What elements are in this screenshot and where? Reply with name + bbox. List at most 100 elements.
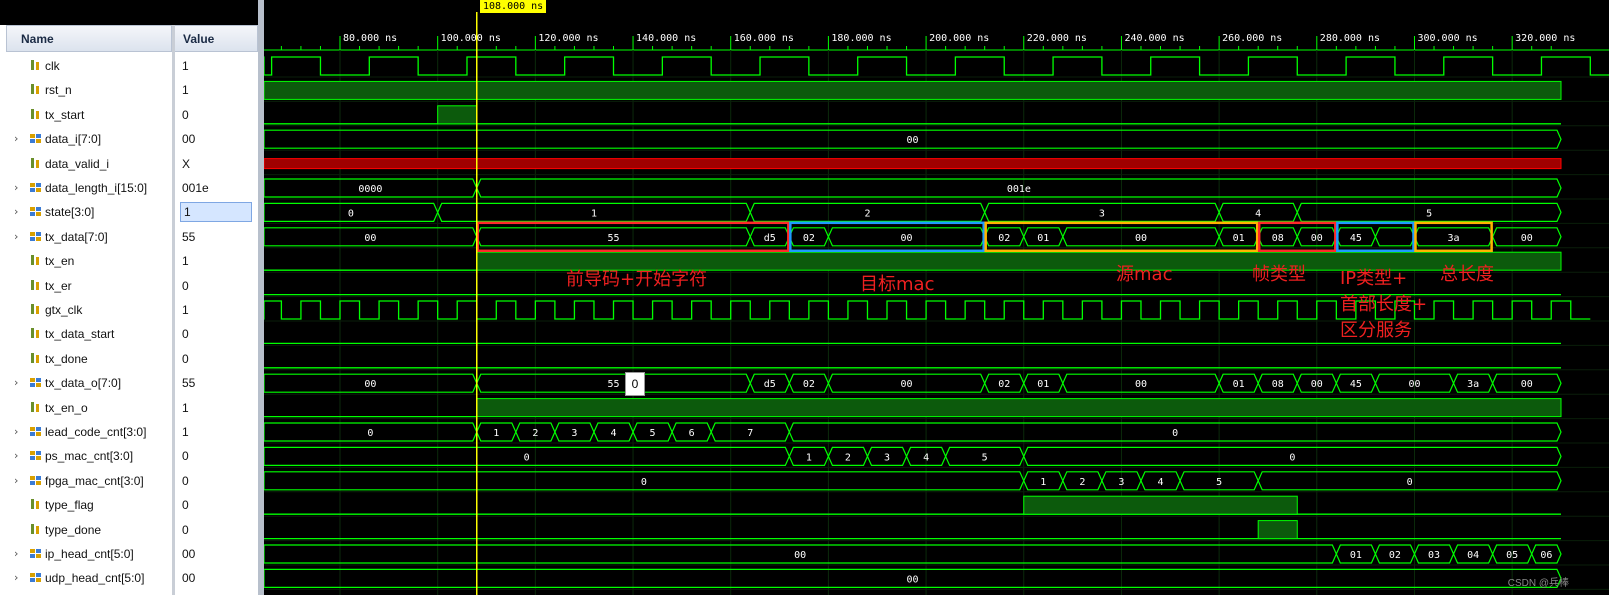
ruler-tick-label: 100.000 ns — [441, 33, 501, 44]
ruler-tick-label: 160.000 ns — [734, 33, 794, 44]
bus-value-label: 08 — [1272, 233, 1284, 244]
expand-chevron-icon[interactable]: › — [14, 547, 18, 560]
expand-chevron-icon[interactable]: › — [14, 474, 18, 487]
bus-value-label: 1 — [493, 428, 499, 439]
bus-value-label: 3 — [571, 428, 577, 439]
signal-value: 0 — [182, 498, 189, 513]
wire-signal-icon — [31, 255, 39, 266]
bus-value-label: 01 — [1037, 379, 1049, 390]
bus-value-label: 2 — [1079, 477, 1085, 488]
wire-signal-icon — [31, 304, 39, 314]
signal-name: rst_n — [45, 83, 72, 98]
name-column-header[interactable]: Name — [6, 25, 172, 52]
expand-chevron-icon[interactable]: › — [14, 425, 18, 438]
bus-value-label: 00 — [1521, 233, 1533, 244]
bus-value-label: 06 — [1540, 550, 1552, 561]
signal-value: 55 — [182, 229, 196, 244]
signal-row[interactable]: tx_data_start 0 — [0, 322, 258, 346]
signal-row[interactable]: › data_length_i[15:0] 001e — [0, 176, 258, 200]
signal-row[interactable]: data_valid_i X — [0, 152, 258, 176]
bus-value-label: 5 — [982, 452, 988, 463]
ruler-tick-label: 120.000 ns — [538, 33, 598, 44]
signal-row[interactable]: type_flag 0 — [0, 493, 258, 517]
bus-signal-icon — [30, 231, 41, 241]
signal-row[interactable]: tx_done 0 — [0, 347, 258, 371]
bus-value-label: 0000 — [358, 184, 382, 195]
signal-row[interactable]: gtx_clk 1 — [0, 298, 258, 322]
wire-signal-icon — [31, 523, 39, 534]
value-column-header[interactable]: Value — [174, 25, 258, 52]
pulse-waveform — [1257, 520, 1298, 540]
expand-chevron-icon[interactable]: › — [14, 132, 18, 145]
signal-row[interactable]: › ps_mac_cnt[3:0] 0 — [0, 444, 258, 468]
signal-name: gtx_clk — [45, 303, 83, 317]
signal-value: 0 — [182, 449, 189, 464]
bus-value-label: 2 — [532, 428, 538, 439]
signal-row[interactable]: › tx_data_o[7:0] 55 — [0, 371, 258, 395]
signal-value: 0 — [182, 278, 189, 293]
bus-value-label: 3 — [1099, 208, 1105, 219]
bus-value-label: 55 — [607, 233, 619, 244]
cursor-time-label[interactable]: 108.000 ns — [480, 0, 547, 13]
bus-value-label: 2 — [864, 208, 870, 219]
bus-signal-icon — [30, 573, 41, 583]
signal-row[interactable]: › state[3:0] 1 — [0, 200, 258, 224]
bus-value-label: 2 — [845, 452, 851, 463]
bus-value-label: 45 — [1350, 233, 1362, 244]
bus-value-label: 45 — [1350, 379, 1362, 390]
watermark: CSDN @兵棒 — [1507, 578, 1569, 589]
signal-row[interactable]: type_done 0 — [0, 518, 258, 542]
signal-row[interactable]: › udp_head_cnt[5:0] 00 — [0, 566, 258, 590]
bus-signal-icon — [30, 549, 41, 558]
ruler-tick-label: 260.000 ns — [1222, 33, 1282, 44]
bus-value-label: 1 — [1040, 477, 1046, 488]
bus-value-label: 3a — [1467, 379, 1479, 390]
expand-chevron-icon[interactable]: › — [14, 571, 18, 584]
signal-row[interactable]: › tx_data[7:0] 55 — [0, 225, 258, 249]
signal-value: 00 — [182, 571, 196, 586]
bus-value-label: 5 — [1426, 208, 1432, 219]
signal-name: tx_er — [45, 278, 72, 293]
expand-chevron-icon[interactable]: › — [14, 449, 18, 462]
signal-value: 0 — [182, 522, 189, 537]
value-tooltip: 0 — [625, 372, 645, 396]
signal-row[interactable]: › ip_head_cnt[5:0] 00 — [0, 542, 258, 566]
signal-value: 1 — [182, 400, 189, 415]
signal-row[interactable]: rst_n 1 — [0, 78, 258, 102]
bus-signal-icon — [30, 207, 41, 217]
bus-segment — [1374, 227, 1416, 247]
expand-chevron-icon[interactable]: › — [14, 376, 18, 389]
bus-value-label: 3 — [1118, 477, 1124, 488]
signal-value: X — [182, 156, 191, 171]
wire-signal-icon — [31, 108, 39, 119]
signal-row[interactable]: clk 1 — [0, 54, 258, 78]
wire-signal-icon — [31, 352, 39, 363]
signal-value: 1 — [182, 303, 189, 317]
expand-chevron-icon[interactable]: › — [14, 181, 18, 194]
signal-row[interactable]: tx_start 0 — [0, 103, 258, 127]
bus-value-label: 00 — [794, 550, 806, 561]
wire-signal-icon — [31, 328, 39, 339]
annotation-label: 源mac — [1116, 264, 1173, 285]
bus-signal-icon — [30, 475, 41, 485]
expand-chevron-icon[interactable]: › — [14, 205, 18, 218]
signal-row[interactable]: tx_en 1 — [0, 249, 258, 273]
panel-top-band — [0, 0, 258, 25]
signal-row[interactable]: tx_en_o 1 — [0, 396, 258, 420]
signal-name: tx_start — [45, 107, 85, 122]
bus-value-label: 1 — [591, 208, 597, 219]
signal-row[interactable]: › data_i[7:0] 00 — [0, 127, 258, 151]
signal-row[interactable]: tx_er 0 — [0, 274, 258, 298]
bus-signal-icon — [30, 451, 41, 461]
bus-value-label: 03 — [1428, 550, 1440, 561]
signal-row[interactable]: › lead_code_cnt[3:0] 1 — [0, 420, 258, 444]
dest-mac-highlight-box — [789, 221, 985, 253]
bus-signal-icon — [30, 378, 41, 388]
signal-name: tx_data_o[7:0] — [45, 376, 122, 391]
expand-chevron-icon[interactable]: › — [14, 230, 18, 243]
signal-list-panel: Name Value clk 1 rst_n 1 tx_start 0 › data_i[7:… — [0, 0, 258, 595]
bus-value-label: 02 — [803, 379, 815, 390]
bus-value-label: 00 — [1135, 379, 1147, 390]
bus-value-label: 0 — [348, 208, 354, 219]
signal-row[interactable]: › fpga_mac_cnt[3:0] 0 — [0, 469, 258, 493]
